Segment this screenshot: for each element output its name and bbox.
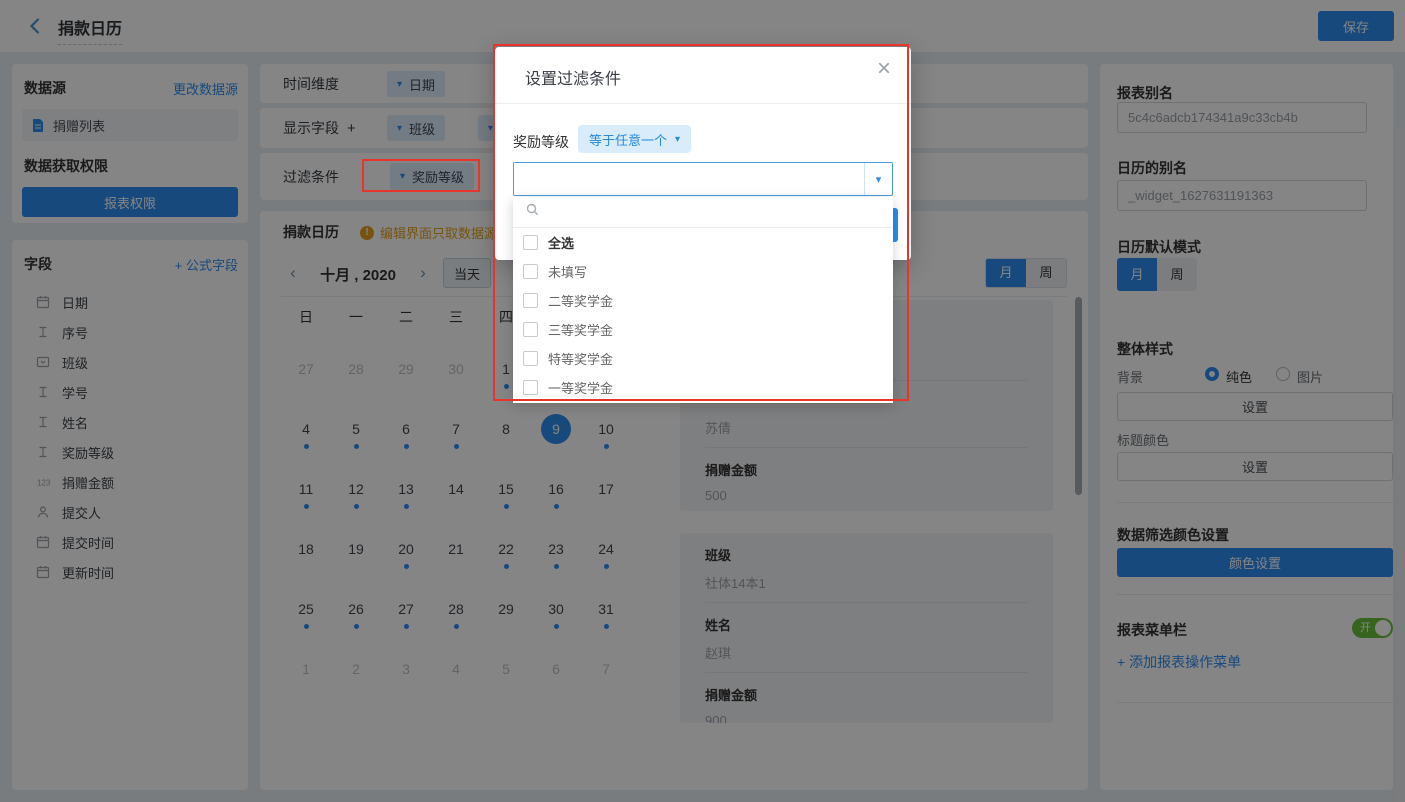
checkbox-icon[interactable] [523, 235, 538, 250]
option-label: 一等奖学金 [548, 378, 613, 397]
checkbox-icon[interactable] [523, 293, 538, 308]
filter-value-select[interactable]: ▾ [513, 162, 893, 196]
option-label: 特等奖学金 [548, 349, 613, 368]
option-search-box[interactable] [513, 197, 893, 228]
modal-field-label: 奖励等级 [513, 132, 569, 152]
filter-option-一等奖学金[interactable]: 一等奖学金 [513, 373, 893, 402]
search-icon [525, 202, 540, 222]
checkbox-icon[interactable] [523, 380, 538, 395]
operator-dropdown[interactable]: 等于任意一个 ▾ [578, 125, 691, 153]
report-editor-page: 捐款日历 保存 数据源 更改数据源 捐赠列表 数据获取权限 报表权限 字段 + … [0, 0, 1405, 802]
option-label: 全选 [548, 233, 574, 252]
chevron-down-icon: ▾ [864, 163, 892, 195]
divider [495, 103, 911, 104]
filter-option-三等奖学金[interactable]: 三等奖学金 [513, 315, 893, 344]
option-label: 二等奖学金 [548, 291, 613, 310]
filter-option-二等奖学金[interactable]: 二等奖学金 [513, 286, 893, 315]
checkbox-icon[interactable] [523, 264, 538, 279]
filter-options-dropdown: 全选未填写二等奖学金三等奖学金特等奖学金一等奖学金 [513, 197, 893, 403]
checkbox-icon[interactable] [523, 322, 538, 337]
option-label: 三等奖学金 [548, 320, 613, 339]
filter-option-特等奖学金[interactable]: 特等奖学金 [513, 344, 893, 373]
close-icon[interactable]: × [877, 57, 891, 81]
chevron-down-icon: ▾ [675, 134, 680, 145]
filter-value-input[interactable] [514, 163, 864, 195]
filter-option-全选[interactable]: 全选 [513, 228, 893, 257]
operator-value: 等于任意一个 [589, 130, 667, 149]
option-label: 未填写 [548, 262, 587, 281]
modal-title: 设置过滤条件 [525, 65, 621, 89]
option-list: 全选未填写二等奖学金三等奖学金特等奖学金一等奖学金 [513, 228, 893, 402]
filter-option-未填写[interactable]: 未填写 [513, 257, 893, 286]
checkbox-icon[interactable] [523, 351, 538, 366]
